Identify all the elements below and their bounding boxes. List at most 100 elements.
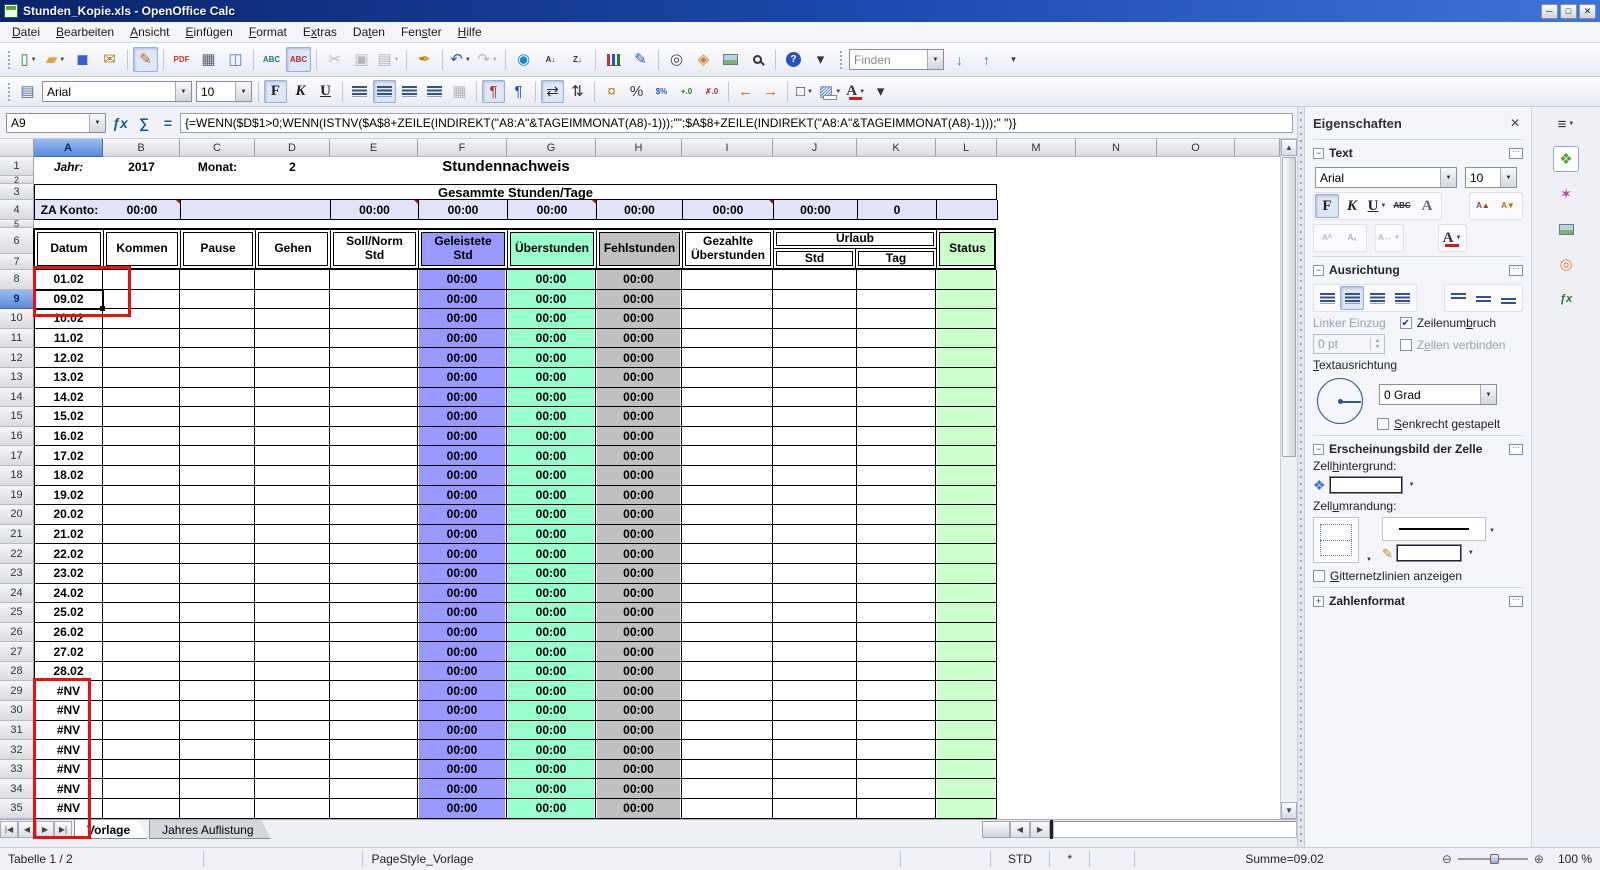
left-indent-input[interactable]: 0 pt ▲▼ (1313, 334, 1385, 354)
currency-format-button[interactable]: ¤ (600, 80, 623, 103)
cell-I34[interactable] (682, 779, 773, 799)
find-overflow-button[interactable]: ▾ (1001, 47, 1026, 72)
cell-D25[interactable] (255, 603, 330, 623)
cell-B35[interactable] (103, 799, 180, 819)
cell-A13[interactable]: 13.02 (34, 368, 103, 388)
cell-L31[interactable] (936, 721, 997, 741)
dropdown-arrow-icon[interactable]: ▼ (1455, 235, 1461, 241)
cell-B24[interactable] (103, 584, 180, 604)
cell-J29[interactable] (773, 681, 857, 701)
cell-F27[interactable]: 00:00 (418, 642, 507, 662)
cell-L14[interactable] (936, 388, 997, 408)
cell-A10[interactable]: 10.02 (34, 309, 103, 329)
cell-G27[interactable]: 00:00 (507, 642, 596, 662)
row-header-32[interactable]: 32 (0, 740, 34, 760)
cell-H29[interactable]: 00:00 (596, 681, 682, 701)
cell-L26[interactable] (936, 623, 997, 643)
cell-I13[interactable] (682, 368, 773, 388)
cell-D33[interactable] (255, 760, 330, 780)
cell-K34[interactable] (857, 779, 936, 799)
align-top-button[interactable] (1446, 286, 1470, 310)
undo-button[interactable]: ↶▼ (448, 47, 473, 72)
cell-H32[interactable]: 00:00 (596, 740, 682, 760)
row-header-16[interactable]: 16 (0, 427, 34, 447)
cell-L17[interactable] (936, 446, 997, 466)
cell-I9[interactable] (682, 290, 773, 310)
cell-C27[interactable] (180, 642, 255, 662)
menu-datei[interactable]: Datei (4, 23, 48, 41)
close-button[interactable]: ✕ (1579, 4, 1596, 19)
zoom-out-icon[interactable]: ⊖ (1442, 852, 1452, 866)
cell-H9[interactable]: 00:00 (596, 290, 682, 310)
cell-G11[interactable]: 00:00 (507, 329, 596, 349)
cell-C8[interactable] (180, 270, 255, 290)
bold-button[interactable]: F (264, 80, 287, 103)
selection-mode[interactable]: STD (991, 851, 1051, 867)
cell-K14[interactable] (857, 388, 936, 408)
degrees-combo[interactable]: 0 Grad ▼ (1379, 384, 1497, 405)
wrap-text-checkbox[interactable]: ✔ (1400, 317, 1412, 329)
cell-F30[interactable]: 00:00 (418, 701, 507, 721)
cell-K8[interactable] (857, 270, 936, 290)
cell-J9[interactable] (773, 290, 857, 310)
cell-K32[interactable] (857, 740, 936, 760)
cell-H22[interactable]: 00:00 (596, 544, 682, 564)
sidebar-align-center-button[interactable] (1340, 286, 1364, 310)
toolbar-grip[interactable] (5, 50, 12, 70)
column-header-O[interactable]: O (1157, 139, 1235, 157)
cell-C25[interactable] (180, 603, 255, 623)
chevron-down-icon[interactable]: ▼ (1468, 550, 1474, 556)
cell-J25[interactable] (773, 603, 857, 623)
pdf-export-button[interactable]: PDF (169, 47, 194, 72)
scroll-down-icon[interactable]: ▼ (1281, 802, 1297, 819)
underline-button[interactable]: U (314, 80, 337, 103)
sort-ascending-button[interactable]: A↓ (538, 47, 563, 72)
cell-D20[interactable] (255, 505, 330, 525)
collapse-icon[interactable]: − (1313, 444, 1324, 455)
cell-F18[interactable]: 00:00 (418, 466, 507, 486)
cell-B34[interactable] (103, 779, 180, 799)
stacked-checkbox[interactable] (1377, 418, 1389, 430)
cell-B30[interactable] (103, 701, 180, 721)
spinner-arrows-icon[interactable]: ▲▼ (1370, 338, 1384, 350)
cell-I28[interactable] (682, 662, 773, 682)
cell-C9[interactable] (180, 290, 255, 310)
menu-extras[interactable]: Extras (295, 23, 345, 41)
empty-cells[interactable] (997, 584, 1280, 604)
empty-cells[interactable] (682, 157, 1280, 176)
menu-daten[interactable]: Daten (345, 23, 393, 41)
cell-F24[interactable]: 00:00 (418, 584, 507, 604)
cell-K11[interactable] (857, 329, 936, 349)
cell-G21[interactable]: 00:00 (507, 525, 596, 545)
cell-L22[interactable] (936, 544, 997, 564)
cell-D19[interactable] (255, 486, 330, 506)
cell-E10[interactable] (330, 309, 418, 329)
cell-D13[interactable] (255, 368, 330, 388)
zoom-in-icon[interactable]: ⊕ (1534, 852, 1544, 866)
cell-E35[interactable] (330, 799, 418, 819)
cell-G20[interactable]: 00:00 (507, 505, 596, 525)
cell-I12[interactable] (682, 348, 773, 368)
header-ueberstunden[interactable]: Überstunden (508, 230, 597, 268)
empty-cells[interactable] (997, 681, 1280, 701)
spellcheck-button[interactable]: ABC (259, 47, 284, 72)
header-status[interactable]: Status (937, 230, 996, 268)
cell-F29[interactable]: 00:00 (418, 681, 507, 701)
cell-A14[interactable]: 14.02 (34, 388, 103, 408)
navigator-tab[interactable]: ◎ (1553, 251, 1579, 277)
cell-L19[interactable] (936, 486, 997, 506)
summary-header-cell[interactable]: Gesammte Stunden/Tage (34, 184, 997, 200)
cell-I31[interactable] (682, 721, 773, 741)
cell-J34[interactable] (773, 779, 857, 799)
cell-D14[interactable] (255, 388, 330, 408)
cell-B18[interactable] (103, 466, 180, 486)
cell-K33[interactable] (857, 760, 936, 780)
cell-E14[interactable] (330, 388, 418, 408)
cell-A12[interactable]: 12.02 (34, 348, 103, 368)
cell-C22[interactable] (180, 544, 255, 564)
empty-cells[interactable] (996, 228, 1280, 270)
cell-K15[interactable] (857, 407, 936, 427)
empty-cells[interactable] (997, 564, 1280, 584)
column-header-N[interactable]: N (1076, 139, 1157, 157)
empty-cells[interactable] (34, 176, 1280, 184)
